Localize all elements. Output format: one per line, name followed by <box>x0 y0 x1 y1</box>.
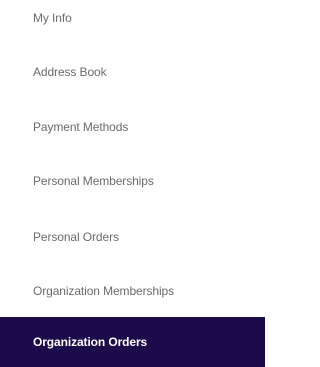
nav-item-my-info[interactable]: My Info <box>0 0 265 45</box>
nav-item-label: Organization Orders <box>33 335 148 349</box>
nav-item-label: Organization Memberships <box>33 284 174 298</box>
nav-item-personal-orders[interactable]: Personal Orders <box>0 210 265 264</box>
nav-item-personal-memberships[interactable]: Personal Memberships <box>0 154 265 208</box>
nav-item-label: Personal Memberships <box>33 174 154 188</box>
nav-item-address-book[interactable]: Address Book <box>0 45 265 99</box>
account-sidebar-nav: My Info Address Book Payment Methods Per… <box>0 0 265 367</box>
nav-item-label: My Info <box>33 11 72 25</box>
nav-item-organization-memberships[interactable]: Organization Memberships <box>0 264 265 318</box>
nav-item-label: Payment Methods <box>33 120 129 134</box>
nav-item-payment-methods[interactable]: Payment Methods <box>0 100 265 154</box>
nav-item-label: Address Book <box>33 65 107 79</box>
nav-item-organization-orders-active[interactable]: Organization Orders <box>0 317 265 367</box>
nav-item-label: Personal Orders <box>33 230 119 244</box>
